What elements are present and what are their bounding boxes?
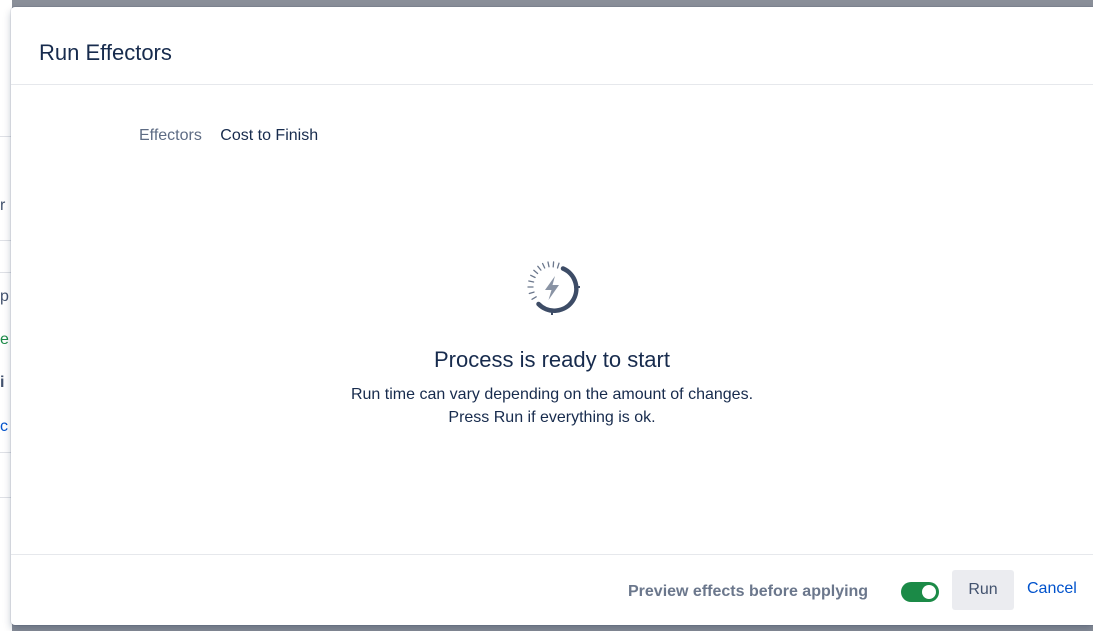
dialog-header: Run Effectors [11,7,1093,85]
status-line: Run time can vary depending on the amoun… [350,386,754,403]
effectors-field: Effectors Cost to Finish [139,127,318,145]
preview-effects-toggle[interactable] [901,582,939,602]
effectors-label: Effectors [139,127,202,144]
status-title: Process is ready to start [434,347,670,372]
dialog-title: Run Effectors [39,40,172,65]
dialog-footer: Preview effects before applying Run Canc… [11,554,1093,625]
cancel-button[interactable]: Cancel [1027,580,1077,598]
status-line: Press Run if everything is ok. [448,409,656,426]
lightning-progress-icon [527,261,580,315]
process-status: Process is ready to start Run time can v… [11,249,1093,429]
background-text-fragment: i [0,374,5,391]
run-effectors-dialog: Run Effectors Effectors Cost to Finish P… [11,7,1093,625]
background-text-fragment: p [0,288,9,305]
background-text-fragment: r [0,197,6,214]
run-button[interactable]: Run [952,570,1014,610]
status-description: Run time can vary depending on the amoun… [11,383,1093,429]
background-text-fragment: e [0,331,9,348]
background-text-fragment: c [0,418,8,435]
preview-effects-label: Preview effects before applying [628,583,869,600]
effectors-value: Cost to Finish [220,127,319,144]
toggle-knob [922,585,936,599]
